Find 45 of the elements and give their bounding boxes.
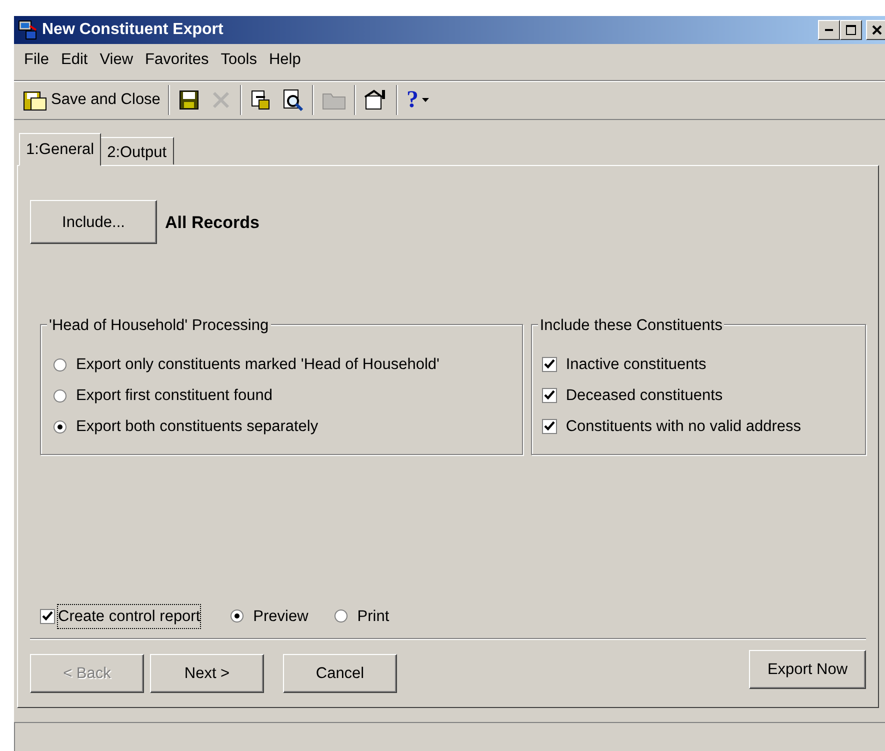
save-icon — [178, 88, 200, 111]
radio-button[interactable] — [230, 609, 244, 624]
checkbox[interactable] — [40, 608, 55, 624]
checkbox[interactable] — [542, 357, 557, 372]
minimize-icon — [825, 28, 833, 31]
menu-item[interactable]: File — [18, 48, 55, 72]
option-label[interactable]: Preview — [253, 604, 308, 628]
help-button[interactable]: ? — [401, 84, 436, 115]
wizard-button[interactable]: Cancel — [283, 654, 397, 694]
option-label[interactable]: Export only constituents marked 'Head of Household' — [76, 353, 440, 377]
option-label[interactable]: Deceased constituents — [566, 384, 723, 408]
option-label[interactable]: Inactive constituents — [566, 353, 706, 377]
save-and-close-button[interactable]: Save and Close — [18, 84, 166, 115]
caret-icon — [422, 96, 430, 103]
radio-button[interactable] — [334, 609, 348, 624]
checkbox[interactable] — [542, 388, 557, 404]
option-label[interactable]: Export first constituent found — [76, 384, 272, 408]
maximize-button[interactable] — [840, 20, 862, 40]
maximize-icon — [846, 24, 856, 35]
export-icon — [250, 88, 272, 111]
menu-item[interactable]: Tools — [214, 48, 263, 72]
option-label[interactable]: Print — [357, 604, 390, 628]
close-icon — [872, 24, 882, 35]
radio-button[interactable] — [53, 388, 67, 403]
tab[interactable]: 2:Output — [100, 137, 174, 166]
wizard-button[interactable]: Next > — [150, 654, 264, 694]
tab[interactable]: 1:General — [19, 133, 102, 166]
radio-button[interactable] — [53, 420, 67, 434]
window-title: New Constituent Export — [42, 20, 224, 40]
preview-icon — [282, 88, 304, 111]
export-now-button[interactable]: Export Now — [749, 650, 866, 690]
selection-value: All Records — [165, 212, 260, 234]
menu-item[interactable]: Edit — [54, 48, 94, 72]
option-label[interactable]: Constituents with no valid address — [566, 415, 802, 439]
minimize-button[interactable] — [818, 20, 840, 40]
app-icon — [18, 20, 38, 40]
option-label[interactable]: Create control report — [58, 604, 200, 628]
menu-item[interactable]: Help — [262, 48, 307, 72]
menu-item[interactable]: Favorites — [139, 48, 215, 72]
close-button[interactable] — [866, 20, 885, 40]
radio-button[interactable] — [53, 358, 67, 372]
include-button[interactable]: Include... — [30, 200, 157, 244]
menu-item[interactable]: View — [94, 48, 140, 72]
option-label[interactable]: Export both constituents separately — [76, 415, 318, 439]
checkbox[interactable] — [542, 419, 557, 434]
